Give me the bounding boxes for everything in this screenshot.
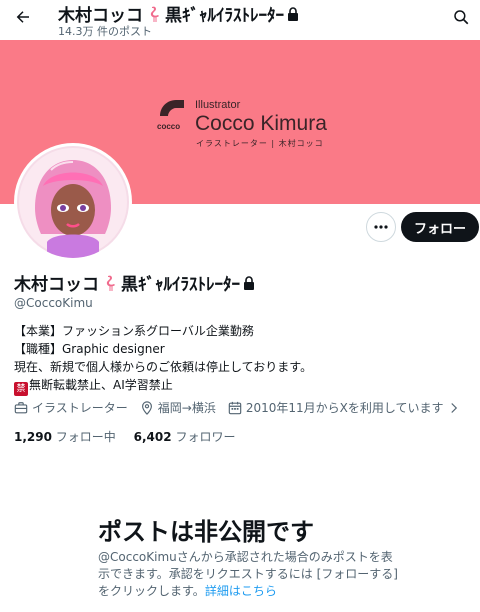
bio-line: 現在、新規で個人様からのご依頼は停止しております。 [14, 360, 313, 374]
profile-name-text: 木村コッコ [14, 275, 99, 295]
briefcase-icon [14, 401, 28, 413]
meta-category: イラストレーター [14, 399, 128, 416]
lock-icon [244, 275, 254, 290]
follow-stats: 1,290 フォロー中 6,402 フォロワー [14, 428, 249, 445]
meta-location: 福岡→横浜 [140, 399, 216, 416]
following-count: 1,290 [14, 430, 52, 444]
learn-more-link[interactable]: 詳細はこちら [205, 584, 277, 598]
follow-button[interactable]: フォロー [401, 212, 479, 242]
back-arrow-icon [16, 11, 29, 23]
banner-title: Cocco Kimura [195, 112, 327, 135]
profile-meta: イラストレーター 福岡→横浜 2010年11月からXを利用しています [14, 399, 472, 416]
category-text: イラストレーター [32, 401, 128, 415]
more-dots-icon [374, 225, 388, 229]
flamingo-icon [106, 275, 115, 291]
bio-line-text: 無断転載禁止、AI学習禁止 [29, 378, 173, 392]
followers-stat[interactable]: 6,402 フォロワー [134, 428, 236, 445]
avatar[interactable] [14, 143, 132, 261]
avatar-illustration [17, 146, 129, 258]
svg-text:cocco: cocco [157, 122, 180, 131]
private-notice-title: ポストは非公開です [98, 518, 314, 546]
search-button[interactable] [452, 8, 474, 30]
prohibited-badge: 禁 [14, 382, 28, 396]
location-text: 福岡→横浜 [157, 401, 216, 415]
bio-line: 【本業】ファッション系グローバル企業勤務 [14, 324, 254, 338]
bio-line: 【職種】Graphic designer [14, 342, 165, 356]
profile-name: 木村コッコ 黒ｷﾞｬﾙｲﾗｽﾄﾚｰﾀｰ [14, 270, 255, 295]
calendar-icon [228, 401, 242, 414]
profile-name-suffix: 黒ｷﾞｬﾙｲﾗｽﾄﾚｰﾀｰ [121, 275, 240, 295]
lock-icon [288, 6, 298, 21]
following-label: フォロー中 [55, 430, 116, 444]
header-name-suffix: 黒ｷﾞｬﾙｲﾗｽﾄﾚｰﾀｰ [165, 6, 284, 26]
private-notice-body: @CoccoKimuさんから承認された場合のみポストを表示できます。承認をリクエ… [98, 549, 398, 600]
location-pin-icon [141, 400, 152, 415]
bio-line-prohibited: 禁無断転載禁止、AI学習禁止 [14, 376, 474, 396]
flamingo-icon [150, 6, 159, 22]
banner-subtitle: Illustrator [195, 99, 241, 111]
followers-count: 6,402 [133, 430, 172, 444]
chevron-right-icon[interactable] [448, 402, 460, 414]
joined-text: 2010年11月からXを利用しています [245, 401, 444, 415]
back-button[interactable] [12, 6, 34, 28]
profile-bio: 【本業】ファッション系グローバル企業勤務 【職種】Graphic designe… [14, 322, 474, 396]
following-stat[interactable]: 1,290 フォロー中 [14, 428, 116, 445]
followers-label: フォロワー [175, 430, 236, 444]
cocco-logo-icon: cocco [157, 100, 184, 131]
search-icon [454, 10, 469, 25]
post-count: 14.3万 件のポスト [58, 25, 152, 38]
profile-handle: @CoccoKimu [14, 296, 93, 310]
banner-caption: イラストレーター | 木村コッコ [196, 139, 324, 148]
top-bar: 木村コッコ 黒ｷﾞｬﾙｲﾗｽﾄﾚｰﾀｰ 14.3万 件のポスト [0, 0, 480, 40]
meta-joined: 2010年11月からXを利用しています [228, 399, 460, 416]
more-button[interactable] [366, 212, 396, 242]
